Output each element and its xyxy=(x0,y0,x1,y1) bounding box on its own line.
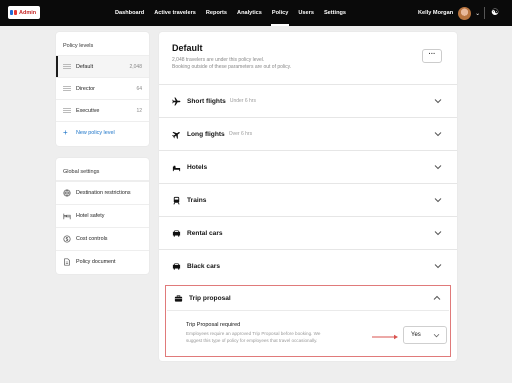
car-icon xyxy=(172,229,181,237)
nav-active-travelers[interactable]: Active travelers xyxy=(149,0,201,26)
logo-mark-icon xyxy=(10,10,17,15)
section-label: Short flights xyxy=(187,97,226,105)
car-icon xyxy=(172,262,181,270)
policy-level-count: 64 xyxy=(136,85,142,92)
trip-proposal-header[interactable]: Trip proposal xyxy=(167,286,449,311)
policy-sections: Short flights Under 6 hrs Long flights O… xyxy=(159,84,457,282)
nav-analytics[interactable]: Analytics xyxy=(232,0,267,26)
page-subtitle: 2,048 travelers are under this policy le… xyxy=(172,57,372,71)
section-label: Black cars xyxy=(187,262,220,270)
drag-handle-icon[interactable] xyxy=(63,64,71,69)
global-cost-controls[interactable]: Cost controls xyxy=(56,227,149,250)
chevron-down-icon xyxy=(434,165,442,170)
new-policy-level-label: New policy level xyxy=(76,129,115,136)
logo-text: Admin xyxy=(19,9,37,16)
global-policy-document[interactable]: Policy document xyxy=(56,250,149,273)
global-item-label: Hotel safety xyxy=(76,213,105,219)
bed-icon xyxy=(172,164,181,171)
page-title: Default xyxy=(172,43,203,53)
global-hotel-safety[interactable]: Hotel safety xyxy=(56,204,149,227)
drag-handle-icon[interactable] xyxy=(63,108,71,113)
description-line: suggest this type of policy for employee… xyxy=(186,337,318,343)
global-item-label: Policy document xyxy=(76,259,116,265)
policy-levels-card: Policy levels Default 2,048 Director 64 … xyxy=(56,32,149,146)
global-item-label: Cost controls xyxy=(76,236,108,242)
policy-panel: Default 2,048 travelers are under this p… xyxy=(159,32,457,361)
global-settings-card: Global settings Destination restrictions… xyxy=(56,158,149,274)
select-value: Yes xyxy=(411,332,421,338)
nav-divider xyxy=(484,7,485,19)
policy-level-executive[interactable]: Executive 12 xyxy=(56,99,149,121)
section-rental-cars[interactable]: Rental cars xyxy=(159,216,457,249)
document-icon xyxy=(64,258,70,266)
subtitle-line: 2,048 travelers are under this policy le… xyxy=(172,57,265,63)
chevron-down-icon: ⌄ xyxy=(475,10,481,17)
policy-level-default[interactable]: Default 2,048 xyxy=(56,55,149,77)
chevron-down-icon xyxy=(434,264,442,269)
section-long-flights[interactable]: Long flights Over 6 hrs xyxy=(159,117,457,150)
nav-menu: Dashboard Active travelers Reports Analy… xyxy=(110,0,351,26)
policy-level-label: Executive xyxy=(76,107,100,114)
section-trains[interactable]: Trains xyxy=(159,183,457,216)
section-label: Long flights xyxy=(187,130,225,138)
chevron-down-icon xyxy=(434,231,442,236)
new-policy-level-button[interactable]: + New policy level xyxy=(56,121,149,143)
subtitle-line: Booking outside of these parameters are … xyxy=(172,64,292,71)
globe-icon xyxy=(63,189,71,197)
section-black-cars[interactable]: Black cars xyxy=(159,249,457,282)
nav-policy[interactable]: Policy xyxy=(267,0,293,26)
plane-icon xyxy=(172,97,181,105)
global-settings-heading: Global settings xyxy=(56,158,149,181)
policy-level-label: Director xyxy=(76,85,95,92)
top-nav: Admin Dashboard Active travelers Reports… xyxy=(0,0,512,26)
section-label: Hotels xyxy=(187,163,208,171)
briefcase-icon xyxy=(174,294,183,302)
policy-levels-heading: Policy levels xyxy=(63,43,94,49)
bed-icon xyxy=(63,213,71,220)
plus-icon: + xyxy=(63,127,68,137)
section-note: Under 6 hrs xyxy=(229,98,256,104)
section-hotels[interactable]: Hotels xyxy=(159,150,457,183)
user-menu[interactable]: Kelly Morgan ⌄ xyxy=(418,0,480,26)
money-icon xyxy=(63,235,71,243)
app-logo[interactable]: Admin xyxy=(8,6,40,19)
section-short-flights[interactable]: Short flights Under 6 hrs xyxy=(159,84,457,117)
global-destination-restrictions[interactable]: Destination restrictions xyxy=(56,181,149,204)
chevron-down-icon xyxy=(434,132,442,137)
section-label: Rental cars xyxy=(187,229,223,237)
chevron-down-icon xyxy=(434,99,442,104)
trip-proposal-description: Employees require an approved Trip Propo… xyxy=(186,331,346,344)
train-icon xyxy=(173,196,180,205)
plane-icon xyxy=(172,131,180,139)
trip-proposal-label: Trip proposal xyxy=(189,294,231,302)
user-name: Kelly Morgan xyxy=(418,10,454,16)
trip-proposal-required-select[interactable]: Yes xyxy=(403,326,447,344)
policy-level-count: 12 xyxy=(136,107,142,114)
drag-handle-icon[interactable] xyxy=(63,86,71,91)
policy-level-director[interactable]: Director 64 xyxy=(56,77,149,99)
nav-dashboard[interactable]: Dashboard xyxy=(110,0,149,26)
nav-reports[interactable]: Reports xyxy=(201,0,232,26)
policy-level-count: 2,048 xyxy=(129,63,142,70)
avatar xyxy=(458,6,472,20)
section-trip-proposal: Trip proposal Trip Proposal required Emp… xyxy=(165,285,451,357)
more-options-button[interactable]: ··· xyxy=(422,49,442,63)
nav-settings[interactable]: Settings xyxy=(319,0,351,26)
nav-users[interactable]: Users xyxy=(293,0,319,26)
description-line: Employees require an approved Trip Propo… xyxy=(186,331,321,336)
arrow-right-icon xyxy=(372,334,398,340)
help-icon[interactable]: ☯ xyxy=(491,6,499,19)
policy-level-label: Default xyxy=(76,63,94,70)
global-item-label: Destination restrictions xyxy=(76,190,131,196)
chevron-down-icon xyxy=(434,198,442,203)
trip-proposal-required-label: Trip Proposal required xyxy=(186,322,241,328)
chevron-down-icon xyxy=(433,333,440,338)
chevron-up-icon xyxy=(433,295,441,300)
section-label: Trains xyxy=(187,196,207,204)
section-note: Over 6 hrs xyxy=(228,131,253,137)
